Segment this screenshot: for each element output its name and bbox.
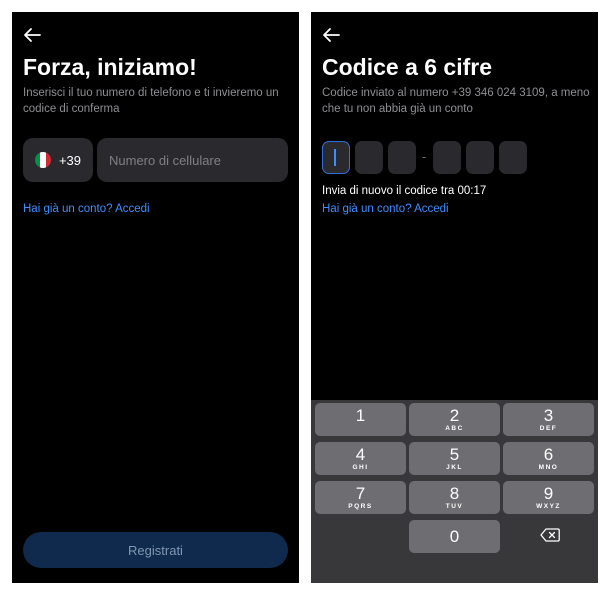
key-6-letters: MNO — [538, 464, 559, 471]
backspace-icon[interactable] — [540, 528, 560, 542]
key-4-number: 4 — [355, 445, 366, 464]
key-3-number: 3 — [543, 406, 554, 425]
key-4[interactable]: 4 GHI — [315, 442, 406, 475]
key-7-number: 7 — [355, 484, 366, 503]
key-9[interactable]: 9 WXYZ — [503, 481, 594, 514]
key-0[interactable]: 0 — [409, 520, 500, 553]
italy-flag-icon — [34, 152, 51, 168]
back-arrow-icon[interactable] — [23, 27, 41, 43]
key-2-letters: ABC — [445, 425, 464, 432]
key-0-number: 0 — [449, 527, 460, 546]
text-caret — [334, 149, 336, 166]
login-link[interactable]: Hai già un conto? Accedi — [322, 203, 449, 215]
key-9-number: 9 — [543, 484, 554, 503]
page-title: Codice a 6 cifre — [322, 54, 493, 80]
key-2-number: 2 — [449, 406, 460, 425]
numeric-keypad: 1 2 ABC 3 DEF 4 GHI 5 JKL 6 MNO 7 PQRS 8… — [311, 400, 598, 583]
key-5[interactable]: 5 JKL — [409, 442, 500, 475]
code-digit-1[interactable] — [322, 141, 350, 174]
phone-number-input[interactable]: Numero di cellulare — [97, 138, 288, 182]
key-6[interactable]: 6 MNO — [503, 442, 594, 475]
key-7[interactable]: 7 PQRS — [315, 481, 406, 514]
code-entry-screen: Codice a 6 cifre Codice inviato al numer… — [311, 12, 598, 583]
code-separator: - — [422, 149, 427, 164]
key-6-number: 6 — [543, 445, 554, 464]
page-subtitle: Inserisci il tuo numero di telefono e ti… — [23, 87, 279, 115]
code-digit-6[interactable] — [499, 141, 527, 174]
register-button-label: Registrati — [128, 542, 183, 558]
key-8[interactable]: 8 TUV — [409, 481, 500, 514]
key-2[interactable]: 2 ABC — [409, 403, 500, 436]
page-title: Forza, iniziamo! — [23, 54, 197, 80]
login-link[interactable]: Hai già un conto? Accedi — [23, 203, 150, 215]
key-3-letters: DEF — [539, 425, 558, 432]
back-arrow-icon[interactable] — [322, 27, 340, 43]
key-9-letters: WXYZ — [536, 503, 561, 510]
register-button[interactable]: Registrati — [23, 532, 288, 568]
key-1-number: 1 — [355, 406, 366, 425]
phone-number-placeholder: Numero di cellulare — [109, 152, 221, 168]
code-digit-5[interactable] — [466, 141, 494, 174]
resend-timer-text: Invia di nuovo il codice tra 00:17 — [322, 185, 487, 197]
country-code-selector[interactable]: +39 — [23, 138, 93, 182]
code-digit-2[interactable] — [355, 141, 383, 174]
code-digit-4[interactable] — [433, 141, 461, 174]
key-5-letters: JKL — [446, 464, 463, 471]
key-4-letters: GHI — [352, 464, 369, 471]
key-8-number: 8 — [449, 484, 460, 503]
key-3[interactable]: 3 DEF — [503, 403, 594, 436]
code-digit-3[interactable] — [388, 141, 416, 174]
key-1[interactable]: 1 — [315, 403, 406, 436]
key-8-letters: TUV — [445, 503, 464, 510]
page-subtitle: Codice inviato al numero +39 346 024 310… — [322, 87, 590, 115]
phone-entry-screen: Forza, iniziamo! Inserisci il tuo numero… — [12, 12, 299, 583]
key-7-letters: PQRS — [348, 503, 373, 510]
country-code-label: +39 — [58, 152, 82, 168]
key-5-number: 5 — [449, 445, 460, 464]
